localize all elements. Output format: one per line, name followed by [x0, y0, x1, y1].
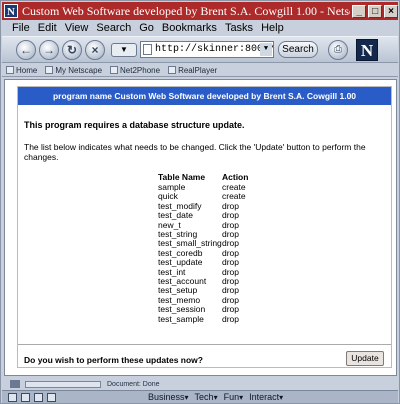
print-icon: ⎙ [334, 43, 342, 55]
update-panel: program name Custom Web Software develop… [17, 86, 392, 368]
component-fun[interactable]: Fun▾ [224, 392, 244, 402]
component-fun-label: Fun [223, 392, 240, 402]
personal-item-label: Net2Phone [120, 65, 161, 75]
url-field[interactable]: http://skinner:8000/dev/ ▼ [140, 41, 274, 58]
menu-file[interactable]: File [12, 22, 30, 34]
menu-bookmarks[interactable]: Bookmarks [162, 22, 217, 34]
page-content: program name Custom Web Software develop… [4, 79, 397, 376]
bookmark-dropdown-button[interactable]: ▼ [111, 42, 137, 57]
menu-go[interactable]: Go [139, 22, 154, 34]
table-name-cell: test_sample [158, 313, 204, 324]
home-icon [6, 66, 14, 74]
menu-bar: File Edit View Search Go Bookmarks Tasks… [2, 20, 398, 36]
reload-button[interactable]: ↻ [62, 39, 82, 60]
component-bar: Business▾ Tech▾ Fun▾ Interact▾ [2, 390, 398, 403]
page-header: program name Custom Web Software develop… [18, 87, 391, 105]
bookmark-icon [168, 66, 177, 74]
component-tech[interactable]: Tech▾ [195, 392, 218, 402]
reload-icon: ↻ [66, 42, 78, 57]
status-grip-icon[interactable] [10, 380, 20, 388]
personal-item-realplayer[interactable]: RealPlayer [168, 66, 217, 75]
bookmark-icon [110, 66, 119, 74]
status-bar: Document: Done [2, 378, 398, 390]
menu-edit[interactable]: Edit [38, 22, 57, 34]
browser-window: N Custom Web Software developed by Brent… [0, 0, 400, 404]
personal-item-label: My Netscape [55, 65, 103, 75]
component-business[interactable]: Business▾ [148, 392, 189, 402]
personal-item-my-netscape[interactable]: My Netscape [45, 66, 102, 75]
update-prompt: Do you wish to perform these updates now… [24, 355, 203, 365]
url-dropdown-icon[interactable]: ▼ [260, 43, 272, 56]
menu-tasks[interactable]: Tasks [225, 22, 253, 34]
chevron-down-icon: ▾ [279, 393, 284, 402]
bookmark-icon [45, 66, 54, 74]
component-tech-label: Tech [194, 392, 214, 402]
menu-view[interactable]: View [65, 22, 89, 34]
menu-search[interactable]: Search [96, 22, 131, 34]
forward-button[interactable]: → [39, 39, 59, 60]
chevron-down-icon: ▾ [184, 393, 189, 402]
close-button[interactable]: × [384, 4, 398, 18]
component-business-label: Business [148, 392, 185, 402]
mail-icon[interactable] [21, 392, 30, 402]
component-interact[interactable]: Interact▾ [249, 392, 283, 402]
navigator-icon[interactable] [8, 392, 17, 402]
component-interact-label: Interact [249, 392, 280, 402]
personal-item-net2phone[interactable]: Net2Phone [110, 66, 160, 75]
changes-table: Table Name Action sample create quick creat… [156, 172, 248, 324]
back-arrow-icon: ← [20, 42, 32, 57]
url-text: http://skinner:8000/dev/ [155, 44, 273, 55]
address-book-icon[interactable] [47, 392, 56, 402]
divider [18, 344, 391, 345]
personal-item-label: RealPlayer [178, 65, 218, 75]
forward-arrow-icon: → [43, 42, 55, 57]
back-button[interactable]: ← [16, 39, 36, 60]
stop-button[interactable]: × [85, 39, 105, 60]
chevron-down-icon: ▾ [239, 393, 244, 402]
page-heading: This program requires a database structu… [24, 120, 245, 130]
personal-item-label: Home [16, 65, 38, 75]
search-button[interactable]: Search [278, 41, 318, 58]
personal-item-home[interactable]: Home [6, 66, 37, 75]
window-title: Custom Web Software developed by Brent S… [21, 3, 351, 18]
url-combo: ▼ http://skinner:8000/dev/ ▼ [111, 41, 274, 59]
personal-toolbar: Home My Netscape Net2Phone RealPlayer [2, 64, 398, 77]
composer-icon[interactable] [34, 392, 43, 402]
chevron-down-icon: ▾ [213, 393, 218, 402]
menu-help[interactable]: Help [261, 22, 284, 34]
print-button[interactable]: ⎙ [328, 39, 348, 60]
navigation-toolbar: ← → ↻ × ▼ http://skinner:8000/dev/ ▼ Sea… [2, 36, 398, 63]
update-button[interactable]: Update [346, 351, 384, 366]
title-bar: N Custom Web Software developed by Brent… [2, 2, 398, 20]
action-cell: drop [222, 313, 240, 324]
page-description: The list below indicates what needs to b… [24, 142, 366, 162]
netscape-app-icon[interactable]: N [4, 4, 18, 18]
progress-bar [25, 380, 101, 388]
table-row: test_sample drop [156, 313, 248, 324]
netscape-logo[interactable]: N [356, 38, 378, 61]
stop-icon: × [91, 42, 99, 57]
maximize-button[interactable]: □ [368, 4, 383, 18]
minimize-button[interactable]: _ [352, 4, 367, 18]
status-text: Document: Done [107, 380, 160, 388]
page-icon [143, 44, 152, 55]
